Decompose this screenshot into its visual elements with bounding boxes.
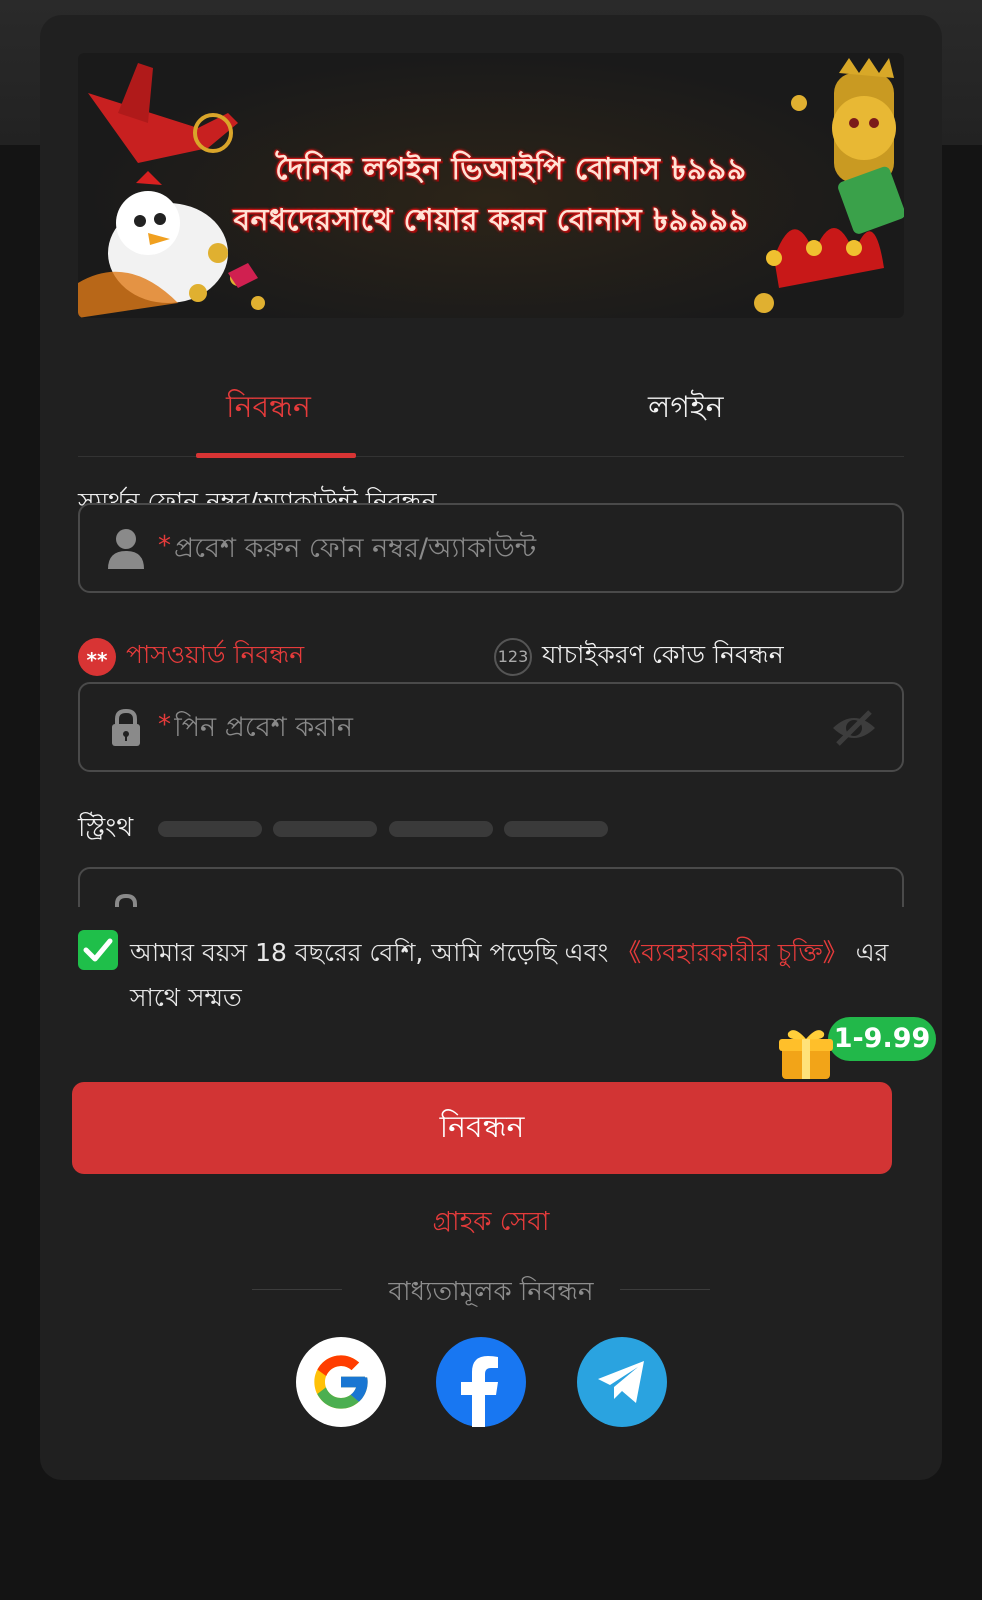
agreement-checkbox[interactable] xyxy=(78,930,118,970)
required-mark: * xyxy=(158,710,171,740)
tab-login[interactable]: লগইন xyxy=(648,383,724,434)
promo-banner[interactable]: দৈনিক লগইন ভিআইপি বোনাস ৳৯৯৯ বনধদেরসাথে … xyxy=(78,53,904,318)
google-login-button[interactable] xyxy=(296,1337,386,1427)
password-field[interactable]: * xyxy=(78,682,904,772)
age-agreement: আমার বয়স 18 বছরের বেশি, আমি পড়েছি এবং … xyxy=(78,930,904,1020)
strength-bar-1 xyxy=(158,821,262,837)
auth-tabs: নিবন্ধন লগইন xyxy=(78,355,904,458)
strength-label: স্ট্রিংথ xyxy=(78,813,134,843)
eye-off-icon[interactable] xyxy=(830,708,878,748)
telegram-icon xyxy=(598,1361,644,1403)
customer-service-link[interactable]: গ্রাহক সেবা xyxy=(40,1201,942,1245)
strength-bar-2 xyxy=(273,821,377,837)
promo-badge[interactable]: 1-9.99 xyxy=(776,1017,938,1087)
confirm-password-field[interactable] xyxy=(78,867,904,907)
facebook-login-button[interactable] xyxy=(436,1337,526,1427)
confirm-password-field-clipped xyxy=(78,867,904,907)
lock-icon xyxy=(112,708,140,746)
password-mode-label: পাসওয়ার্ড নিবন্ধন xyxy=(126,640,305,669)
social-register-title: বাধ্যতামূলক নিবন্ধন xyxy=(388,1277,594,1307)
register-card: দৈনিক লগইন ভিআইপি বোনাস ৳৯৯৯ বনধদেরসাথে … xyxy=(40,15,942,1480)
password-input[interactable] xyxy=(174,702,794,752)
account-field[interactable]: * xyxy=(78,503,904,593)
user-icon xyxy=(108,529,144,569)
facebook-icon xyxy=(461,1356,498,1427)
banner-art-right xyxy=(754,58,904,313)
strength-bar-3 xyxy=(389,821,493,837)
required-mark: * xyxy=(158,531,171,561)
strength-bar-4 xyxy=(504,821,608,837)
gift-icon xyxy=(779,1030,833,1079)
register-button[interactable]: নিবন্ধন xyxy=(72,1082,892,1174)
check-icon xyxy=(83,938,113,962)
account-input[interactable] xyxy=(174,523,854,573)
password-mode-icon: ** xyxy=(78,637,116,676)
register-mode-options: ** পাসওয়ার্ড নিবন্ধন 123 যাচাইকরণ কোড ন… xyxy=(78,635,904,683)
tab-register[interactable]: নিবন্ধন xyxy=(226,383,311,434)
code-mode-option[interactable]: 123 যাচাইকরণ কোড নিবন্ধন xyxy=(494,635,784,678)
user-agreement-link[interactable]: 《ব্যবহারকারীর চুক্তি》 xyxy=(616,938,847,967)
divider-right xyxy=(620,1289,710,1290)
code-mode-label: যাচাইকরণ কোড নিবন্ধন xyxy=(542,640,784,669)
telegram-login-button[interactable] xyxy=(577,1337,667,1427)
google-icon xyxy=(314,1355,368,1409)
active-tab-indicator xyxy=(196,453,356,458)
agreement-text-before: আমার বয়স 18 বছরের বেশি, আমি পড়েছি এবং xyxy=(130,938,617,967)
password-strength: স্ট্রিংথ xyxy=(78,807,904,847)
lock-icon xyxy=(115,893,137,907)
agreement-text: আমার বয়স 18 বছরের বেশি, আমি পড়েছি এবং … xyxy=(130,930,904,1020)
promo-amount: 1-9.99 xyxy=(828,1017,936,1061)
password-mode-option[interactable]: ** পাসওয়ার্ড নিবন্ধন xyxy=(78,635,304,678)
code-mode-icon: 123 xyxy=(494,637,532,676)
